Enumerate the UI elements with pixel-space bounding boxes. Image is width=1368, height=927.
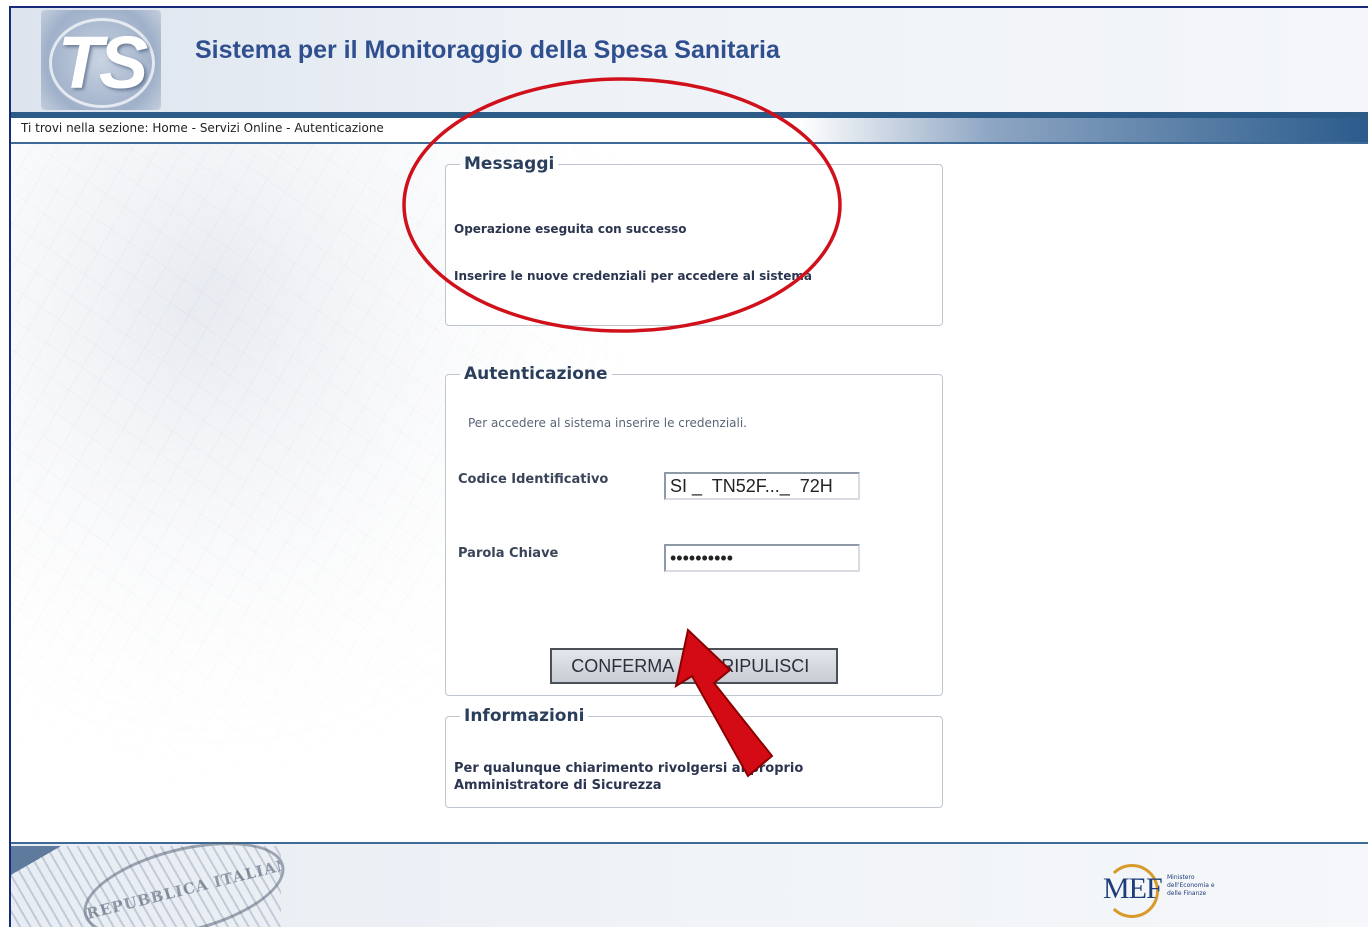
breadcrumb-separator: - [286,121,291,135]
ts-logo: TS [41,10,161,110]
breadcrumb-prefix: Ti trovi nella sezione: [21,121,149,135]
password-label: Parola Chiave [458,546,559,561]
footer: REPUBBLICA ITALIANA MEF Ministero dell'E… [11,824,1368,927]
breadcrumb-separator: - [191,121,196,135]
authentication-hint: Per accedere al sistema inserire le cred… [468,416,747,430]
message-instruction: Inserire le nuove credenziali per accede… [454,269,813,283]
authentication-panel: Autenticazione Per accedere al sistema i… [445,364,943,696]
app-title: Sistema per il Monitoraggio della Spesa … [195,36,780,64]
clear-button[interactable]: RIPULISCI [693,650,837,682]
breadcrumb-servizi-online[interactable]: Servizi Online [200,121,283,135]
logo-text: TS [57,21,149,104]
confirm-button[interactable]: CONFERMA [552,650,694,682]
messages-legend: Messaggi [464,154,555,174]
mef-logo-subtitle: Ministero dell'Economia e delle Finanze [1167,874,1215,897]
information-text: Per qualunque chiarimento rivolgersi al … [454,761,804,793]
code-label: Codice Identificativo [458,472,609,487]
form-buttons: CONFERMA RIPULISCI [550,648,838,684]
divider [11,142,1368,144]
mef-logo-text: MEF [1103,872,1163,905]
authentication-legend: Autenticazione [464,364,608,384]
message-success: Operazione eseguita con successo [454,222,687,236]
breadcrumb-home[interactable]: Home [152,121,187,135]
app-window: TS Sistema per il Monitoraggio della Spe… [9,6,1368,927]
header: TS Sistema per il Monitoraggio della Spe… [11,8,1368,112]
code-field[interactable] [664,472,860,500]
breadcrumb: Ti trovi nella sezione: Home - Servizi O… [21,121,384,135]
messages-panel: Messaggi Operazione eseguita con success… [445,154,943,326]
mef-logo[interactable]: MEF Ministero dell'Economia e delle Fina… [1103,864,1235,918]
breadcrumb-current: Autenticazione [294,121,384,135]
information-panel: Informazioni Per qualunque chiarimento r… [445,706,943,808]
password-field[interactable] [664,544,860,572]
information-legend: Informazioni [464,706,585,726]
